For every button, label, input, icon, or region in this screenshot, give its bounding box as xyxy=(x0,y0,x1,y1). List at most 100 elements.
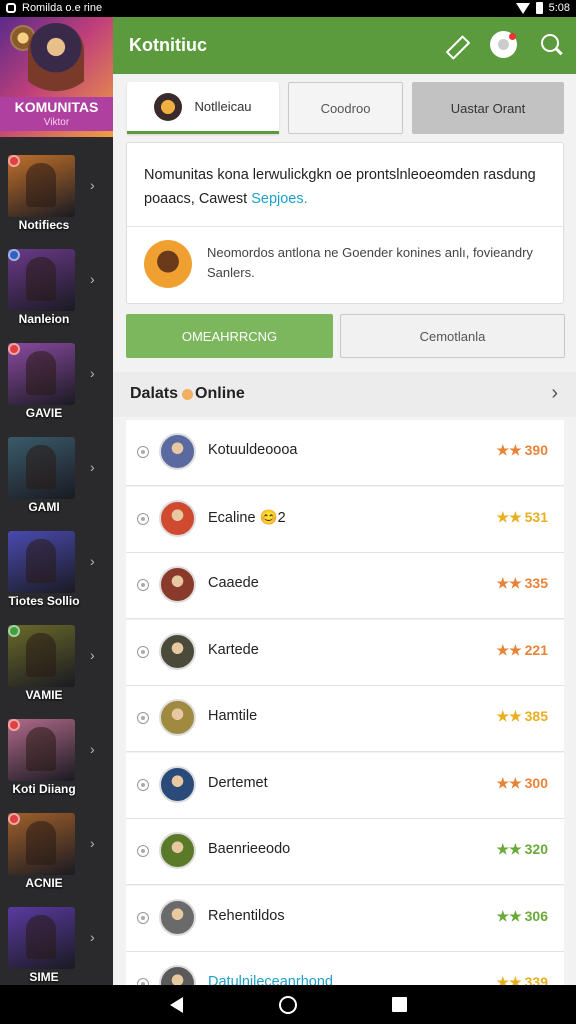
sidebar-item[interactable]: Nanleion › xyxy=(0,249,113,341)
status-bar: Romilda o.e rine 5:08 xyxy=(0,0,576,17)
radio-icon[interactable] xyxy=(137,512,149,525)
sidebar-item-label: GAVIE xyxy=(25,406,63,420)
badge-icon xyxy=(8,625,20,637)
player-rating: ★★ 221 xyxy=(497,642,548,659)
player-score: 385 xyxy=(524,708,548,724)
card-text: Nomunitas kona lerwulickgkn oe prontslnl… xyxy=(144,167,536,207)
player-score: 320 xyxy=(524,841,548,857)
sidebar-item-label: GAMI xyxy=(28,500,60,514)
player-rating: ★★ 300 xyxy=(497,775,548,792)
game-thumbnail xyxy=(8,437,75,499)
tab-right[interactable]: Uastar Orant xyxy=(412,82,564,134)
sidebar-item-label: Tiotes Sollio xyxy=(8,594,80,608)
radio-icon[interactable] xyxy=(137,579,149,591)
player-score: 339 xyxy=(524,974,548,985)
star-icon: ★★ xyxy=(496,442,522,458)
player-rating: ★★ 385 xyxy=(497,708,548,725)
star-icon: ★★ xyxy=(496,708,522,724)
guild-emblem-icon xyxy=(154,92,183,121)
chevron-right-icon: › xyxy=(90,741,95,757)
star-icon: ★★ xyxy=(496,508,522,525)
sidebar-item[interactable]: VAMIE › xyxy=(0,625,113,717)
recent-apps-icon[interactable] xyxy=(392,997,407,1012)
radio-icon[interactable] xyxy=(137,845,149,857)
tab-middle[interactable]: Coodroo xyxy=(288,82,403,134)
info-card: Nomunitas kona lerwulickgkn oe prontslnl… xyxy=(126,142,564,304)
game-thumbnail xyxy=(8,531,75,593)
player-score: 335 xyxy=(524,575,548,591)
star-icon: ★★ xyxy=(496,575,522,591)
sidebar-brand: KOMUNITAS Viktor xyxy=(0,97,113,131)
star-icon: ★★ xyxy=(496,841,522,857)
radio-icon[interactable] xyxy=(137,712,149,724)
player-row[interactable]: Dertemet ★★ 300 xyxy=(126,752,564,819)
radio-icon[interactable] xyxy=(137,446,149,458)
player-avatar xyxy=(159,898,196,936)
chevron-right-icon[interactable]: › xyxy=(551,382,558,405)
home-icon[interactable] xyxy=(279,996,297,1014)
hero-artwork xyxy=(28,23,84,103)
player-name: Dertemet xyxy=(208,774,268,791)
chevron-right-icon: › xyxy=(90,365,95,381)
player-row[interactable]: Kotuuldeoooa ★★ 390 xyxy=(126,420,564,486)
sidebar-item-label: ACNIE xyxy=(25,876,63,890)
player-score: 300 xyxy=(524,774,548,791)
tab-right-label: Uastar Orant xyxy=(450,100,526,116)
sidebar-item-label: SIME xyxy=(29,970,59,984)
sidebar-item-label: Nanleion xyxy=(18,312,70,326)
player-row[interactable]: Baenrieeodo ★★ 320 xyxy=(126,819,564,885)
back-icon[interactable] xyxy=(170,997,183,1013)
player-name: Datulnileceanrhond xyxy=(208,974,333,985)
player-rating: ★★ 339 xyxy=(497,974,548,985)
edit-icon[interactable] xyxy=(443,32,469,58)
card-secondary-text: Neomordos antlona ne Goender konines anl… xyxy=(207,245,533,280)
player-rating: ★★ 320 xyxy=(497,841,548,858)
profile-avatar-button[interactable] xyxy=(490,31,517,58)
tab-middle-label: Coodroo xyxy=(320,100,371,116)
tab-notifications[interactable]: Notlleicau xyxy=(127,82,279,134)
sidebar-item[interactable]: Koti Diiang › xyxy=(0,719,113,811)
sidebar-item[interactable]: ACNIE › xyxy=(0,813,113,905)
radio-icon[interactable] xyxy=(137,778,149,791)
chevron-right-icon: › xyxy=(90,553,95,569)
sidebar-banner[interactable]: KOMUNITAS Viktor xyxy=(0,17,113,137)
player-rating: ★★ 335 xyxy=(497,575,548,592)
badge-icon xyxy=(8,719,20,731)
player-avatar xyxy=(159,632,196,670)
sidebar-item[interactable]: GAVIE › xyxy=(0,343,113,435)
player-score: 531 xyxy=(524,508,548,525)
search-icon[interactable] xyxy=(539,32,565,58)
player-row[interactable]: Kartede ★★ 221 xyxy=(126,619,564,686)
secondary-button-label: Cemotlanla xyxy=(419,328,486,344)
badge-icon xyxy=(8,155,20,167)
badge-icon xyxy=(8,343,20,355)
sidebar-item-label: Notifiecs xyxy=(18,218,70,232)
player-avatar xyxy=(159,699,196,736)
player-avatar xyxy=(159,765,196,803)
sidebar-item[interactable]: Notifiecs › xyxy=(0,155,113,247)
community-avatar xyxy=(144,240,192,288)
section-title-part2: Online xyxy=(195,385,245,402)
tab-notifications-label: Notlleicau xyxy=(194,99,252,114)
player-avatar xyxy=(159,832,196,869)
player-rating: ★★ 390 xyxy=(497,442,548,459)
secondary-action-button[interactable]: Cemotlanla xyxy=(340,314,565,358)
radio-icon[interactable] xyxy=(137,911,149,924)
sidebar-item[interactable]: SIME › xyxy=(0,907,113,985)
chevron-right-icon: › xyxy=(90,929,95,945)
player-row[interactable]: Datulnileceanrhond ★★ 339 xyxy=(126,952,564,985)
sidebar-item[interactable]: Tiotes Sollio › xyxy=(0,531,113,623)
primary-action-button[interactable]: OMEAHRRCNG xyxy=(126,314,333,358)
player-rating: ★★ 306 xyxy=(497,908,548,925)
player-row[interactable]: Rehentildos ★★ 306 xyxy=(126,885,564,952)
radio-icon[interactable] xyxy=(137,645,149,658)
player-name: Baenrieeodo xyxy=(208,841,291,857)
online-section-header[interactable]: Dalats Online › xyxy=(113,372,576,417)
sidebar-item[interactable]: GAMI › xyxy=(0,437,113,529)
chevron-right-icon: › xyxy=(90,647,95,663)
player-row[interactable]: Ecaline 😊2 ★★ 531 xyxy=(126,486,564,553)
card-link[interactable]: Sepjoes. xyxy=(251,191,307,207)
player-row[interactable]: Hamtile ★★ 385 xyxy=(126,686,564,752)
radio-icon[interactable] xyxy=(137,978,149,985)
player-row[interactable]: Caaede ★★ 335 xyxy=(126,553,564,619)
